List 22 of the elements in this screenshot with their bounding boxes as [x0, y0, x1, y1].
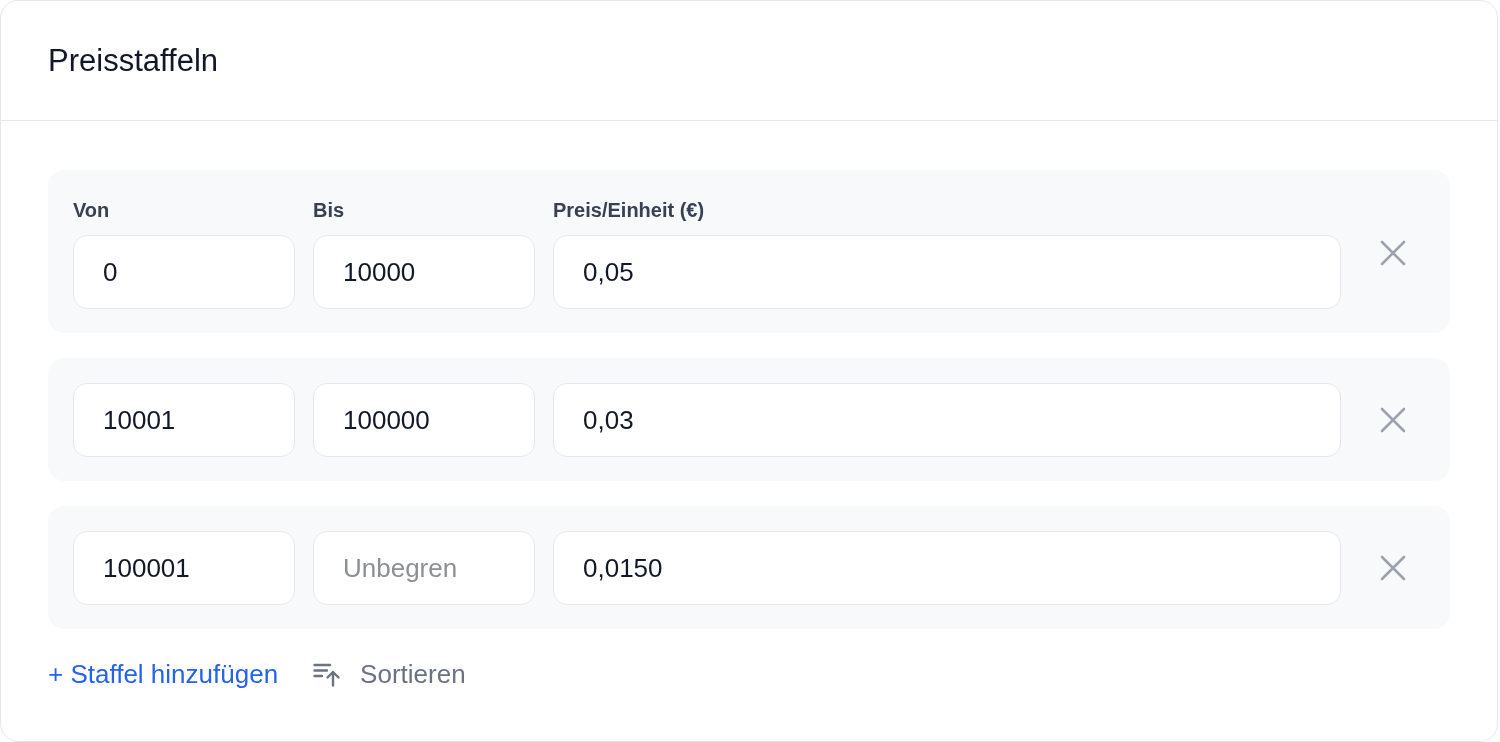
column-label: Preis/Einheit (€) [553, 198, 705, 223]
input-field[interactable]: 10000 [313, 235, 535, 309]
input-field[interactable]: 0,03 [553, 383, 1341, 457]
input-field[interactable]: 10001 [73, 383, 295, 457]
input-field[interactable]: 0,05 [553, 235, 1341, 309]
sort-link[interactable]: Sortieren [360, 658, 466, 690]
input-field[interactable]: 100001 [73, 531, 295, 605]
remove-tier-button[interactable] [1380, 239, 1406, 266]
input-field[interactable]: 100000 [313, 383, 535, 457]
column-label: Von [73, 198, 110, 223]
close-icon [1380, 407, 1406, 433]
add-tier-link[interactable]: + Staffel hinzufügen [48, 658, 279, 690]
card-title: Preisstaffeln [48, 41, 218, 80]
input-field[interactable]: 0 [73, 235, 295, 309]
remove-tier-button[interactable] [1380, 407, 1406, 433]
column-label: Bis [313, 198, 345, 223]
input-field[interactable]: 0,0150 [553, 531, 1341, 605]
remove-tier-button[interactable] [1380, 555, 1406, 581]
input-field[interactable]: Unbegren [313, 531, 535, 605]
sort-icon [313, 661, 342, 687]
close-icon [1380, 555, 1406, 581]
close-icon [1380, 239, 1406, 266]
